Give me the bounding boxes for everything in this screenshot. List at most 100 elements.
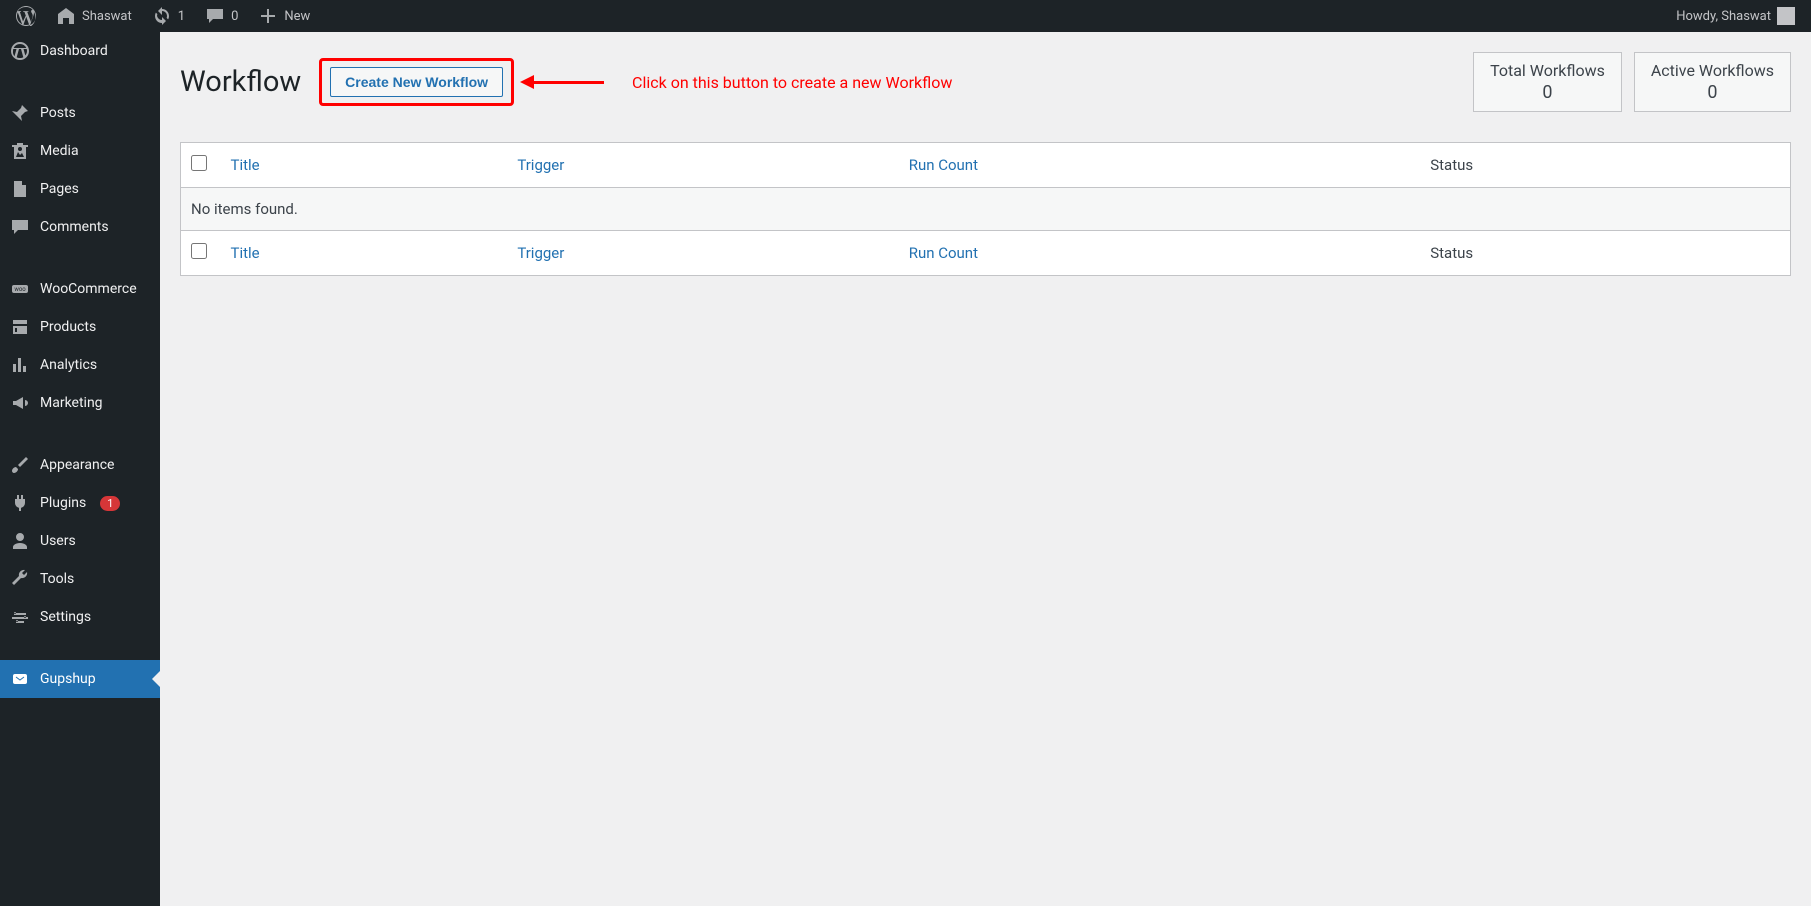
column-status: Status (1420, 143, 1790, 188)
sidebar-item-label: Users (40, 533, 76, 549)
toolbar-right: Howdy, Shaswat (1668, 0, 1803, 32)
sidebar-item-gupshup[interactable]: Gupshup (0, 660, 160, 698)
products-icon (10, 317, 30, 337)
sidebar-item-label: Gupshup (40, 671, 96, 687)
sidebar-item-plugins[interactable]: Plugins 1 (0, 484, 160, 522)
sidebar-item-label: Plugins (40, 495, 86, 511)
updates-link[interactable]: 1 (144, 0, 193, 32)
comments-count: 0 (231, 9, 238, 24)
sidebar-item-label: Tools (40, 571, 74, 587)
sidebar-item-label: WooCommerce (40, 281, 137, 297)
dashboard-icon (10, 41, 30, 61)
sidebar-separator (0, 246, 160, 270)
brush-icon (10, 455, 30, 475)
comments-link[interactable]: 0 (197, 0, 246, 32)
select-all-checkbox-footer[interactable] (191, 243, 207, 259)
sidebar-item-woocommerce[interactable]: woo WooCommerce (0, 270, 160, 308)
avatar (1777, 7, 1795, 25)
sidebar-item-users[interactable]: Users (0, 522, 160, 560)
table-head: Title Trigger Run Count Status (181, 143, 1791, 188)
workflow-table: Title Trigger Run Count Status No items … (180, 142, 1791, 276)
media-icon (10, 141, 30, 161)
stat-value: 0 (1651, 82, 1774, 103)
column-trigger[interactable]: Trigger (507, 143, 898, 188)
sidebar-item-label: Marketing (40, 395, 103, 411)
select-all-checkbox[interactable] (191, 155, 207, 171)
wordpress-icon (16, 6, 36, 26)
sidebar-separator (0, 422, 160, 446)
table-foot: Title Trigger Run Count Status (181, 231, 1791, 276)
sidebar-item-label: Products (40, 319, 96, 335)
select-all-header (181, 143, 221, 188)
plugin-icon (10, 493, 30, 513)
create-workflow-button[interactable]: Create New Workflow (330, 67, 503, 97)
sidebar-separator (0, 636, 160, 660)
svg-text:woo: woo (14, 286, 26, 293)
column-title[interactable]: Title (221, 143, 508, 188)
sidebar-item-pages[interactable]: Pages (0, 170, 160, 208)
arrow-head-icon (520, 75, 534, 89)
sidebar-item-label: Comments (40, 219, 109, 235)
stat-active-workflows: Active Workflows 0 (1634, 52, 1791, 112)
sidebar-item-label: Dashboard (40, 43, 108, 59)
sidebar-item-label: Posts (40, 105, 76, 121)
annotation-text: Click on this button to create a new Wor… (632, 73, 952, 92)
gupshup-icon (10, 669, 30, 689)
comment-icon (205, 6, 225, 26)
account-link[interactable]: Howdy, Shaswat (1668, 0, 1803, 32)
megaphone-icon (10, 393, 30, 413)
main-content: Workflow Create New Workflow Click on th… (160, 32, 1811, 316)
page-icon (10, 179, 30, 199)
column-status-footer: Status (1420, 231, 1790, 276)
howdy-text: Howdy, Shaswat (1676, 9, 1771, 24)
empty-row: No items found. (181, 188, 1791, 231)
sidebar-item-label: Analytics (40, 357, 97, 373)
page-header: Workflow Create New Workflow Click on th… (180, 52, 1791, 112)
empty-message: No items found. (181, 188, 1791, 231)
select-all-footer (181, 231, 221, 276)
updates-count: 1 (178, 9, 185, 24)
site-name: Shaswat (82, 9, 132, 24)
stat-label: Active Workflows (1651, 61, 1774, 80)
column-run-count[interactable]: Run Count (899, 143, 1421, 188)
sidebar-item-media[interactable]: Media (0, 132, 160, 170)
site-home-link[interactable]: Shaswat (48, 0, 140, 32)
arrow-line (534, 81, 604, 84)
sidebar-item-appearance[interactable]: Appearance (0, 446, 160, 484)
sidebar-item-marketing[interactable]: Marketing (0, 384, 160, 422)
sidebar-item-settings[interactable]: Settings (0, 598, 160, 636)
admin-sidebar: Dashboard Posts Media Pages Comments woo… (0, 32, 160, 906)
new-label: New (284, 9, 310, 24)
settings-icon (10, 607, 30, 627)
page-title: Workflow (180, 65, 309, 99)
column-title-footer[interactable]: Title (221, 231, 508, 276)
stat-total-workflows: Total Workflows 0 (1473, 52, 1622, 112)
refresh-icon (152, 6, 172, 26)
wp-logo[interactable] (8, 0, 44, 32)
annotation-arrow (534, 81, 604, 84)
sidebar-item-analytics[interactable]: Analytics (0, 346, 160, 384)
new-content-link[interactable]: New (250, 0, 318, 32)
plus-icon (258, 6, 278, 26)
plugins-badge: 1 (100, 496, 120, 511)
column-run-count-footer[interactable]: Run Count (899, 231, 1421, 276)
stat-label: Total Workflows (1490, 61, 1605, 80)
sidebar-item-label: Media (40, 143, 79, 159)
sidebar-item-label: Appearance (40, 457, 114, 473)
annotation-highlight: Create New Workflow (319, 58, 514, 106)
sidebar-item-tools[interactable]: Tools (0, 560, 160, 598)
admin-toolbar: Shaswat 1 0 New Howdy, Shaswat (0, 0, 1811, 32)
user-icon (10, 531, 30, 551)
pin-icon (10, 103, 30, 123)
home-icon (56, 6, 76, 26)
sidebar-item-comments[interactable]: Comments (0, 208, 160, 246)
stat-value: 0 (1490, 82, 1605, 103)
sidebar-item-dashboard[interactable]: Dashboard (0, 32, 160, 70)
toolbar-left: Shaswat 1 0 New (8, 0, 318, 32)
column-trigger-footer[interactable]: Trigger (507, 231, 898, 276)
sidebar-item-products[interactable]: Products (0, 308, 160, 346)
sidebar-item-posts[interactable]: Posts (0, 94, 160, 132)
analytics-icon (10, 355, 30, 375)
table-body: No items found. (181, 188, 1791, 231)
sidebar-item-label: Settings (40, 609, 91, 625)
